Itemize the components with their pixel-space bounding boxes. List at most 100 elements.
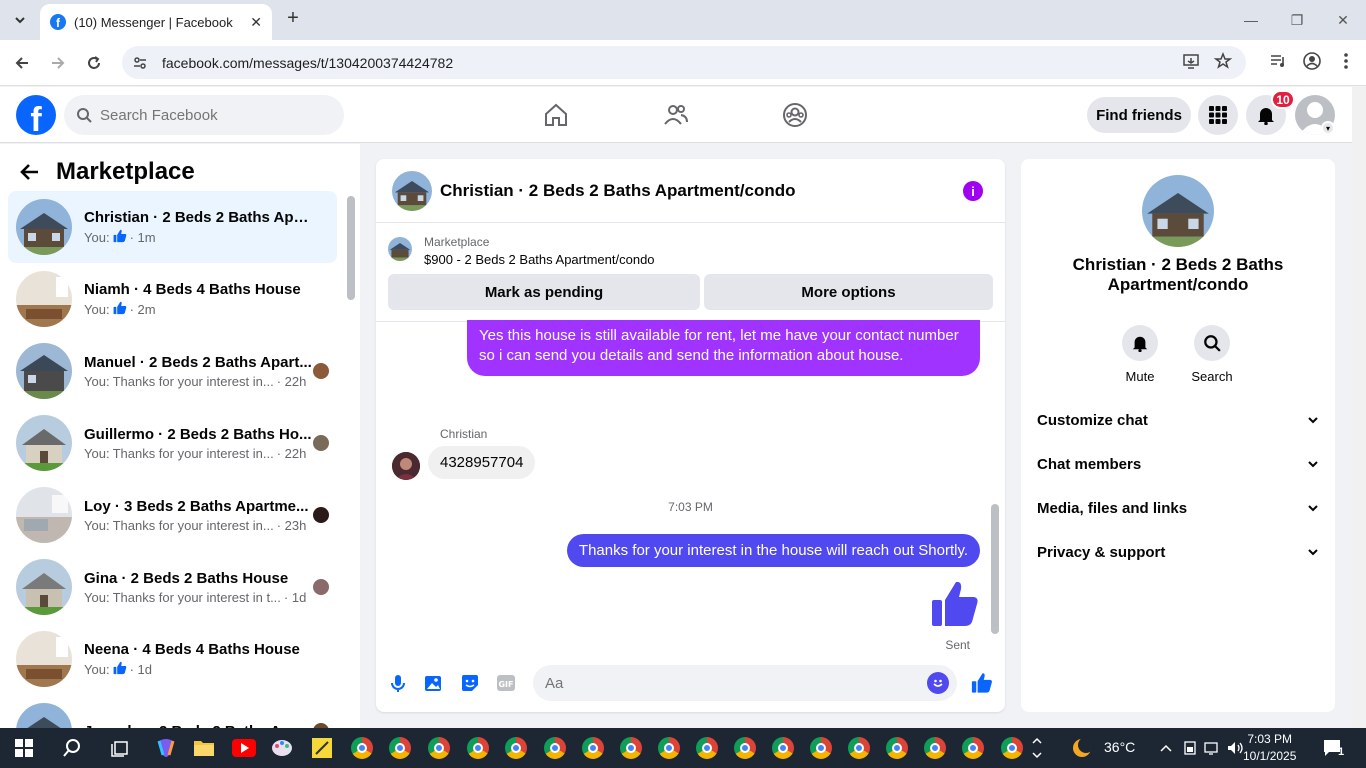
conversation-item[interactable]: Niamh · 4 Beds 4 Baths House You: · 2m: [8, 263, 337, 335]
chrome-taskbar-icon[interactable]: [771, 736, 795, 760]
back-button[interactable]: [10, 51, 34, 75]
marketplace-listing-banner[interactable]: Marketplace $900 - 2 Beds 2 Baths Apartm…: [388, 235, 655, 267]
battery-icon[interactable]: [1178, 736, 1202, 760]
message-input[interactable]: [545, 674, 915, 692]
new-tab-button[interactable]: +: [282, 8, 304, 30]
restore-button[interactable]: ❐: [1274, 0, 1320, 40]
copilot-app-icon[interactable]: [154, 736, 178, 760]
media-files-links-row[interactable]: Media, files and links: [1037, 490, 1319, 526]
chrome-taskbar-icon[interactable]: [809, 736, 833, 760]
conversation-item[interactable]: Neena · 4 Beds 4 Baths House You: · 1d: [8, 623, 337, 695]
chat-scrollbar[interactable]: [991, 504, 999, 634]
chrome-taskbar-icon[interactable]: [543, 736, 567, 760]
site-settings-icon[interactable]: [132, 55, 148, 71]
profile-icon[interactable]: [1302, 51, 1322, 71]
chrome-taskbar-icon[interactable]: [581, 736, 605, 760]
mark-as-pending-button[interactable]: Mark as pending: [388, 274, 700, 310]
tab-close-icon[interactable]: ✕: [250, 14, 262, 31]
conversation-item[interactable]: Juancho · 2 Beds 2 Baths Apar...: [8, 695, 337, 728]
chrome-taskbar-icon[interactable]: [504, 736, 528, 760]
tray-show-hidden-icon[interactable]: [1154, 736, 1178, 760]
contact-avatar[interactable]: [1142, 175, 1214, 247]
facebook-search[interactable]: [64, 95, 344, 135]
preview-time: · 22h: [276, 373, 307, 389]
start-button[interactable]: [12, 736, 36, 760]
chat-members-row[interactable]: Chat members: [1037, 446, 1319, 482]
tab-search-button[interactable]: [8, 8, 32, 32]
message-input-box[interactable]: [533, 665, 957, 701]
sender-avatar[interactable]: [392, 452, 420, 480]
incoming-message[interactable]: 4328957704: [428, 446, 536, 479]
voice-clip-button[interactable]: [386, 671, 410, 695]
facebook-search-input[interactable]: [100, 106, 320, 124]
find-friends-button[interactable]: Find friends: [1087, 97, 1191, 133]
temperature-text[interactable]: 36°C: [1104, 739, 1135, 755]
sticky-notes-icon[interactable]: [310, 736, 334, 760]
paint-app-icon[interactable]: [270, 736, 294, 760]
weather-icon[interactable]: [1070, 736, 1094, 760]
taskbar-search-button[interactable]: [60, 736, 84, 760]
search-action[interactable]: Search: [1182, 325, 1242, 384]
bookmark-star-icon[interactable]: [1214, 52, 1232, 70]
chrome-taskbar-icon[interactable]: [847, 736, 871, 760]
facebook-logo-icon[interactable]: f: [16, 95, 56, 135]
taskbar-clock[interactable]: 7:03 PM 10/1/2025: [1243, 731, 1296, 765]
customize-chat-row[interactable]: Customize chat: [1037, 402, 1319, 438]
chrome-taskbar-icon[interactable]: [695, 736, 719, 760]
contact-name: Christian · 2 Beds 2 Baths Apartment/con…: [1072, 255, 1284, 294]
outgoing-message[interactable]: Thanks for your interest in the house wi…: [566, 534, 980, 567]
taskbar-overflow-arrows[interactable]: [1030, 736, 1044, 760]
chrome-taskbar-icon[interactable]: [466, 736, 490, 760]
chrome-taskbar-icon[interactable]: [619, 736, 643, 760]
info-icon[interactable]: i: [963, 181, 983, 201]
home-nav-button[interactable]: [540, 99, 572, 131]
browser-tab[interactable]: f (10) Messenger | Facebook ✕: [40, 4, 272, 40]
address-bar[interactable]: facebook.com/messages/t/1304200374424782: [122, 46, 1246, 79]
install-app-icon[interactable]: [1182, 52, 1200, 70]
conversation-item[interactable]: Christian · 2 Beds 2 Baths Apart... You: ·…: [8, 191, 337, 263]
page-scrollbar[interactable]: [1352, 87, 1366, 728]
more-menu-icon[interactable]: [1336, 51, 1356, 71]
account-caret-icon[interactable]: ▾: [1321, 121, 1335, 135]
conversation-preview: You: Thanks for your interest in... · 23h: [84, 518, 314, 533]
chrome-taskbar-icon[interactable]: [961, 736, 985, 760]
task-view-button[interactable]: [108, 736, 132, 760]
chrome-taskbar-icon[interactable]: [1000, 736, 1024, 760]
mute-action[interactable]: Mute: [1110, 325, 1170, 384]
send-like-button[interactable]: [970, 671, 994, 695]
chrome-taskbar-icon[interactable]: [388, 736, 412, 760]
minimize-button[interactable]: —: [1228, 0, 1274, 40]
network-icon[interactable]: [1201, 736, 1225, 760]
reload-button[interactable]: [82, 51, 106, 75]
conversation-item[interactable]: Gina · 2 Beds 2 Baths House You: Thanks fo…: [8, 551, 337, 623]
groups-nav-button[interactable]: [779, 99, 811, 131]
conversation-list-scrollbar[interactable]: [347, 196, 355, 300]
attach-photo-button[interactable]: [422, 671, 446, 695]
sticker-button[interactable]: [458, 671, 482, 695]
media-controls-icon[interactable]: [1268, 51, 1288, 71]
gif-button[interactable]: GIF: [494, 671, 518, 695]
chat-avatar[interactable]: [392, 170, 432, 211]
emoji-icon[interactable]: [927, 672, 949, 694]
privacy-support-row[interactable]: Privacy & support: [1037, 534, 1319, 570]
file-explorer-icon[interactable]: [192, 736, 216, 760]
chrome-taskbar-icon[interactable]: [923, 736, 947, 760]
menu-button[interactable]: [1198, 95, 1238, 135]
close-window-button[interactable]: ✕: [1320, 0, 1366, 40]
chat-title[interactable]: Christian · 2 Beds 2 Baths Apartment/con…: [440, 181, 795, 201]
apartment-photo-icon: [1142, 175, 1214, 247]
youtube-app-icon[interactable]: [232, 736, 256, 760]
chrome-taskbar-icon[interactable]: [733, 736, 757, 760]
chrome-taskbar-icon[interactable]: [885, 736, 909, 760]
chrome-taskbar-icon[interactable]: [350, 736, 374, 760]
conversation-item[interactable]: Loy · 3 Beds 2 Baths Apartme... You: Thank…: [8, 479, 337, 551]
forward-button[interactable]: [46, 51, 70, 75]
more-options-button[interactable]: More options: [704, 274, 993, 310]
chrome-taskbar-icon[interactable]: [657, 736, 681, 760]
conversation-item[interactable]: Guillermo · 2 Beds 2 Baths Ho... You: Than…: [8, 407, 337, 479]
friends-nav-button[interactable]: [660, 99, 692, 131]
conversation-item[interactable]: Manuel · 2 Beds 2 Baths Apart... You: Than…: [8, 335, 337, 407]
chrome-taskbar-icon[interactable]: [427, 736, 451, 760]
back-arrow-icon[interactable]: [20, 162, 40, 182]
outgoing-message[interactable]: Yes this house is still available for re…: [467, 320, 980, 376]
